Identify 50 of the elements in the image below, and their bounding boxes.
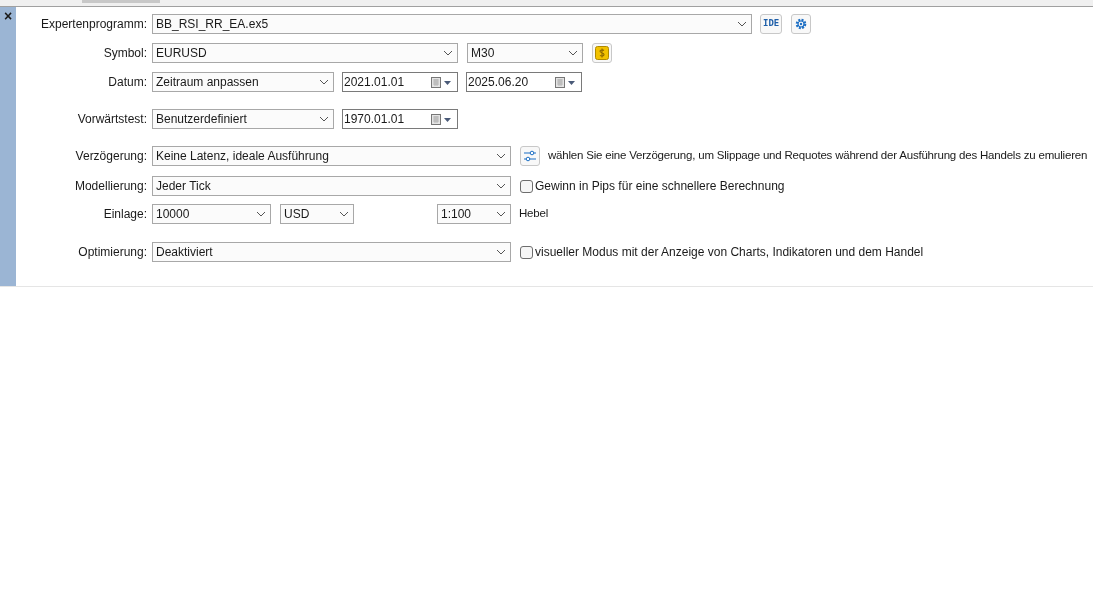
chevron-down-icon bbox=[568, 50, 578, 56]
chevron-down-icon bbox=[319, 116, 329, 122]
close-button[interactable]: × bbox=[3, 9, 13, 23]
delay-settings-button[interactable] bbox=[520, 146, 540, 166]
chevron-down-icon bbox=[443, 50, 453, 56]
date-field[interactable]: 1970.01.01 bbox=[342, 109, 458, 129]
field-label: Expertenprogramm: bbox=[39, 16, 147, 33]
dropdown-field[interactable]: Benutzerdefiniert bbox=[152, 109, 334, 129]
hint-text: Hebel bbox=[519, 206, 549, 222]
dropdown-field[interactable]: 10000 bbox=[152, 204, 271, 224]
chevron-down-icon bbox=[737, 21, 747, 27]
chevron-down-icon bbox=[496, 153, 506, 159]
dropdown-field[interactable]: BB_RSI_RR_EA.ex5 bbox=[152, 14, 752, 34]
dropdown-field[interactable]: M30 bbox=[467, 43, 583, 63]
settings-icon bbox=[794, 17, 809, 31]
calendar-dropdown-icon bbox=[555, 76, 577, 88]
symbol-specification-button[interactable] bbox=[592, 43, 612, 63]
field-label: Symbol: bbox=[102, 45, 147, 62]
calendar-dropdown-icon bbox=[431, 113, 453, 125]
field-label: Einlage: bbox=[102, 206, 147, 223]
field-label: Verzögerung: bbox=[74, 148, 147, 165]
chevron-down-icon bbox=[496, 249, 506, 255]
field-label: Modellierung: bbox=[73, 178, 147, 195]
field-label: Vorwärtstest: bbox=[76, 111, 147, 128]
checkbox-label: visueller Modus mit der Anzeige von Charts, Indikatoren und dem Handel bbox=[535, 244, 924, 261]
dropdown-field[interactable]: Keine Latenz, ideale Ausführung bbox=[152, 146, 511, 166]
dropdown-field[interactable]: EURUSD bbox=[152, 43, 458, 63]
field-label: Datum: bbox=[107, 74, 147, 91]
dollar-coin-icon bbox=[595, 46, 609, 60]
field-label: Optimierung: bbox=[77, 244, 147, 261]
date-field[interactable]: 2025.06.20 bbox=[466, 72, 582, 92]
chevron-down-icon bbox=[339, 211, 349, 217]
checkbox-label: Gewinn in Pips für eine schnellere Berechnung bbox=[535, 178, 785, 195]
dropdown-field[interactable]: Jeder Tick bbox=[152, 176, 511, 196]
checkbox[interactable] bbox=[520, 179, 533, 193]
checkbox[interactable] bbox=[520, 245, 533, 259]
settings-button[interactable] bbox=[791, 14, 812, 34]
chevron-down-icon bbox=[256, 211, 266, 217]
chevron-down-icon bbox=[496, 183, 506, 189]
ide-button[interactable]: IDE bbox=[760, 14, 783, 34]
dropdown-field[interactable]: 1:100 bbox=[437, 204, 511, 224]
dropdown-field[interactable]: USD bbox=[280, 204, 354, 224]
chevron-down-icon bbox=[496, 211, 506, 217]
chevron-down-icon bbox=[319, 79, 329, 85]
calendar-dropdown-icon bbox=[431, 76, 453, 88]
sliders-icon bbox=[523, 150, 537, 162]
date-field[interactable]: 2021.01.01 bbox=[342, 72, 458, 92]
hint-text: wählen Sie eine Verzögerung, um Slippage und Requotes während der Ausführung des Handels zu emulieren bbox=[548, 148, 1088, 164]
dropdown-field[interactable]: Deaktiviert bbox=[152, 242, 511, 262]
dropdown-field[interactable]: Zeitraum anpassen bbox=[152, 72, 334, 92]
